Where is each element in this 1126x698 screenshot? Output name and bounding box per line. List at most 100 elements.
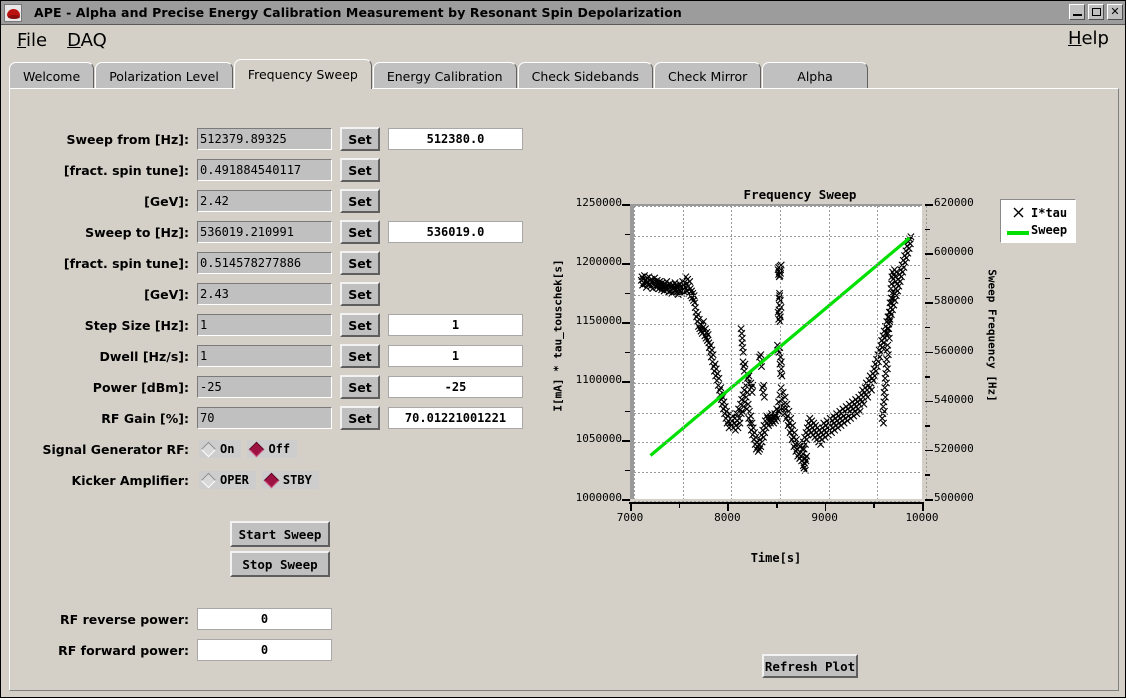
radio-group-signal-generator-rf: On Off — [199, 440, 303, 458]
from-gev-input[interactable] — [197, 190, 332, 212]
readout-dwell: 1 — [388, 345, 523, 367]
legend-label: Sweep — [1031, 222, 1068, 237]
tick-mark — [925, 253, 933, 255]
form-row-to-spin-tune: [fract. spin tune]: Set — [32, 251, 380, 275]
legend-entry-sweep: Sweep — [1005, 221, 1067, 238]
close-icon[interactable]: ✕ — [1107, 4, 1123, 20]
tick-mark — [629, 502, 923, 504]
frequency-sweep-panel: Sweep from [Hz]: Set 512380.0 [fract. sp… — [9, 88, 1119, 691]
field-label: Dwell [Hz/s]: — [99, 348, 190, 364]
tab-check-sidebands[interactable]: Check Sidebands — [517, 62, 654, 89]
tab-alpha[interactable]: Alpha — [762, 62, 868, 89]
form-row-sweep-to: Sweep to [Hz]: Set 536019.0 — [32, 220, 523, 244]
radio-kicker-oper[interactable]: OPER — [199, 471, 256, 489]
plot-canvas — [630, 204, 927, 502]
grid-line — [877, 206, 878, 499]
radio-diamond-icon — [200, 441, 217, 457]
tick-mark — [925, 499, 933, 501]
set-button-from-spin-tune[interactable]: Set — [340, 158, 380, 182]
tab-check-mirror[interactable]: Check Mirror — [654, 62, 762, 89]
tick-mark — [925, 228, 930, 231]
stop-sweep-button[interactable]: Stop Sweep — [230, 551, 330, 577]
radio-label: STBY — [282, 473, 312, 487]
maximize-icon[interactable] — [1088, 4, 1104, 20]
field-label: Sweep to [Hz]: — [85, 224, 189, 240]
set-button-power[interactable]: Set — [340, 375, 380, 399]
tick-mark — [925, 425, 930, 427]
menu-item-file[interactable]: File — [7, 30, 57, 51]
field-label: Step Size [Hz]: — [84, 317, 189, 333]
start-sweep-button[interactable]: Start Sweep — [230, 521, 330, 547]
set-button-from-gev[interactable]: Set — [340, 189, 380, 213]
grid-line — [634, 206, 635, 499]
readout-step-size: 1 — [388, 314, 523, 336]
grid-line — [634, 354, 922, 355]
tab-label: Alpha — [797, 68, 833, 84]
tick-mark — [925, 204, 933, 206]
grid-line — [634, 324, 922, 325]
tick-mark — [925, 351, 933, 353]
y-tick-label: 1150000 — [575, 314, 622, 327]
y2-axis-label: Sweep Frequency [Hz] — [985, 269, 999, 402]
tab-label: Polarization Level — [109, 68, 219, 84]
field-label: [fract. spin tune]: — [63, 255, 189, 271]
menu-item-daq[interactable]: DAQ — [57, 30, 117, 51]
radio-diamond-selected-icon — [263, 472, 280, 488]
plot-legend: I*tau Sweep — [1000, 199, 1077, 243]
tick-mark — [622, 381, 630, 383]
y-tick-label: 1200000 — [575, 255, 622, 268]
dwell-input[interactable] — [197, 345, 332, 367]
radio-kicker-stby[interactable]: STBY — [261, 471, 319, 489]
grid-line — [634, 295, 922, 296]
radio-signal-generator-off[interactable]: Off — [247, 440, 298, 458]
window-title: APE - Alpha and Precise Energy Calibrati… — [34, 5, 682, 20]
grid-line — [634, 206, 922, 207]
form-row-from-gev: [GeV]: Set — [32, 189, 380, 213]
tab-label: Frequency Sweep — [247, 67, 358, 82]
y2-tick-label: 520000 — [934, 441, 974, 455]
set-button-to-spin-tune[interactable]: Set — [340, 251, 380, 275]
x-tick-label: 8000 — [714, 511, 741, 524]
tick-mark — [625, 233, 630, 235]
set-button-step-size[interactable]: Set — [340, 313, 380, 337]
minimize-icon[interactable] — [1069, 4, 1085, 20]
tab-label: Energy Calibration — [386, 68, 503, 84]
set-button-sweep-to[interactable]: Set — [340, 220, 380, 244]
sweep-to-input[interactable] — [197, 221, 332, 243]
tick-mark — [925, 376, 930, 378]
field-label: [fract. spin tune]: — [63, 162, 189, 178]
rf-gain-input[interactable] — [197, 407, 332, 429]
set-button-sweep-from[interactable]: Set — [340, 127, 380, 151]
to-gev-input[interactable] — [197, 283, 332, 305]
tab-energy-calibration[interactable]: Energy Calibration — [372, 62, 517, 89]
tab-label: Check Mirror — [668, 68, 748, 84]
tick-mark — [925, 400, 933, 403]
tab-frequency-sweep[interactable]: Frequency Sweep — [233, 59, 372, 89]
legend-label: I*tau — [1031, 205, 1068, 220]
grid-line — [634, 413, 922, 414]
radio-diamond-icon — [200, 472, 217, 488]
tab-welcome[interactable]: Welcome — [9, 62, 95, 89]
tick-mark — [622, 499, 630, 501]
tick-mark — [622, 322, 630, 324]
field-label: Kicker Amplifier: — [71, 472, 189, 488]
set-button-rf-gain[interactable]: Set — [340, 406, 380, 430]
tab-polarization-level[interactable]: Polarization Level — [95, 62, 233, 89]
step-size-input[interactable] — [197, 314, 332, 336]
field-label: Signal Generator RF: — [42, 441, 189, 457]
y-tick-label: 1000000 — [575, 491, 622, 504]
field-label: [GeV]: — [144, 286, 189, 302]
power-input[interactable] — [197, 376, 332, 398]
to-spin-tune-input[interactable] — [197, 252, 332, 274]
set-button-dwell[interactable]: Set — [340, 344, 380, 368]
tick-mark — [925, 474, 930, 476]
tick-mark — [625, 292, 630, 294]
radio-signal-generator-on[interactable]: On — [199, 440, 242, 458]
menu-item-help[interactable]: Help — [1058, 28, 1119, 49]
refresh-plot-button[interactable]: Refresh Plot — [762, 654, 858, 678]
y-tick-label: 1100000 — [575, 373, 622, 386]
y2-tick-label: 580000 — [934, 294, 974, 308]
from-spin-tune-input[interactable] — [197, 159, 332, 181]
set-button-to-gev[interactable]: Set — [340, 282, 380, 306]
sweep-from-input[interactable] — [197, 128, 332, 150]
